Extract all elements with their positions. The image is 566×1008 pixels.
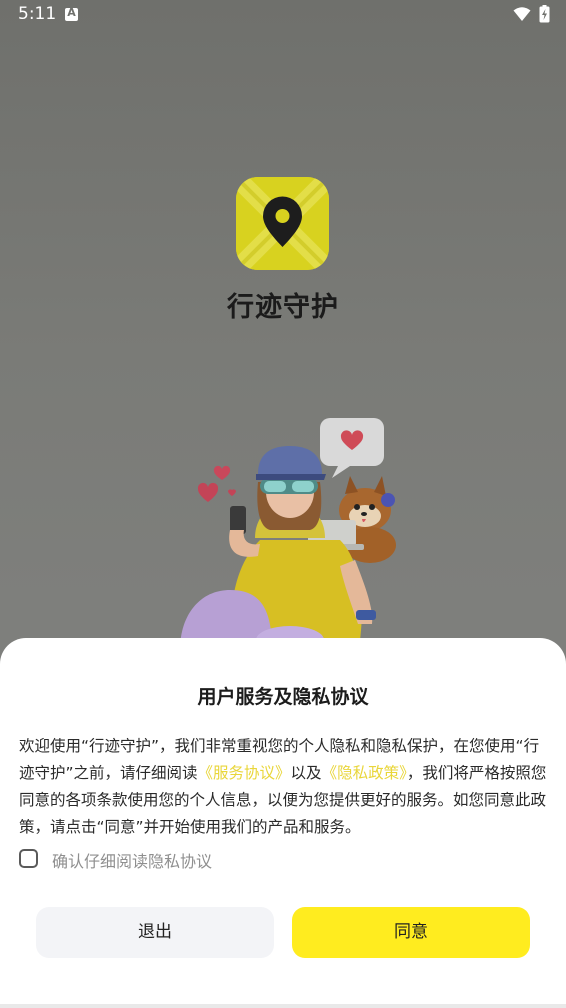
battery-charging-icon bbox=[539, 5, 550, 23]
status-time: 5:11 bbox=[18, 4, 57, 24]
navigation-bar bbox=[0, 1004, 566, 1008]
privacy-policy-link[interactable]: 《隐私政策》 bbox=[322, 764, 407, 782]
status-bar: 5:11 A bbox=[0, 0, 566, 30]
screen: 5:11 A 行迹守护 用户服务及隐私协议 欢迎使用“行迹守护”，我们非常重视您… bbox=[0, 0, 566, 1008]
agree-button[interactable]: 同意 bbox=[292, 907, 530, 958]
dialog-body: 欢迎使用“行迹守护”，我们非常重视您的个人隐私和隐私保护，在您使用“行迹守护”之… bbox=[19, 733, 547, 841]
map-pin-icon bbox=[236, 177, 329, 270]
app-logo bbox=[236, 177, 329, 270]
wifi-icon bbox=[513, 7, 531, 21]
exit-button[interactable]: 退出 bbox=[36, 907, 274, 958]
app-name: 行迹守护 bbox=[227, 292, 339, 323]
confirm-label[interactable]: 确认仔细阅读隐私协议 bbox=[52, 848, 212, 872]
dialog-title: 用户服务及隐私协议 bbox=[197, 686, 369, 708]
notification-a-icon: A bbox=[65, 6, 78, 21]
body-text-2: 以及 bbox=[290, 764, 322, 782]
notification-letter: A bbox=[67, 6, 76, 19]
hero-illustration bbox=[180, 418, 396, 650]
confirm-checkbox[interactable] bbox=[19, 849, 38, 868]
privacy-dialog: 用户服务及隐私协议 欢迎使用“行迹守护”，我们非常重视您的个人隐私和隐私保护，在… bbox=[0, 638, 566, 1008]
service-agreement-link[interactable]: 《服务协议》 bbox=[198, 764, 291, 782]
